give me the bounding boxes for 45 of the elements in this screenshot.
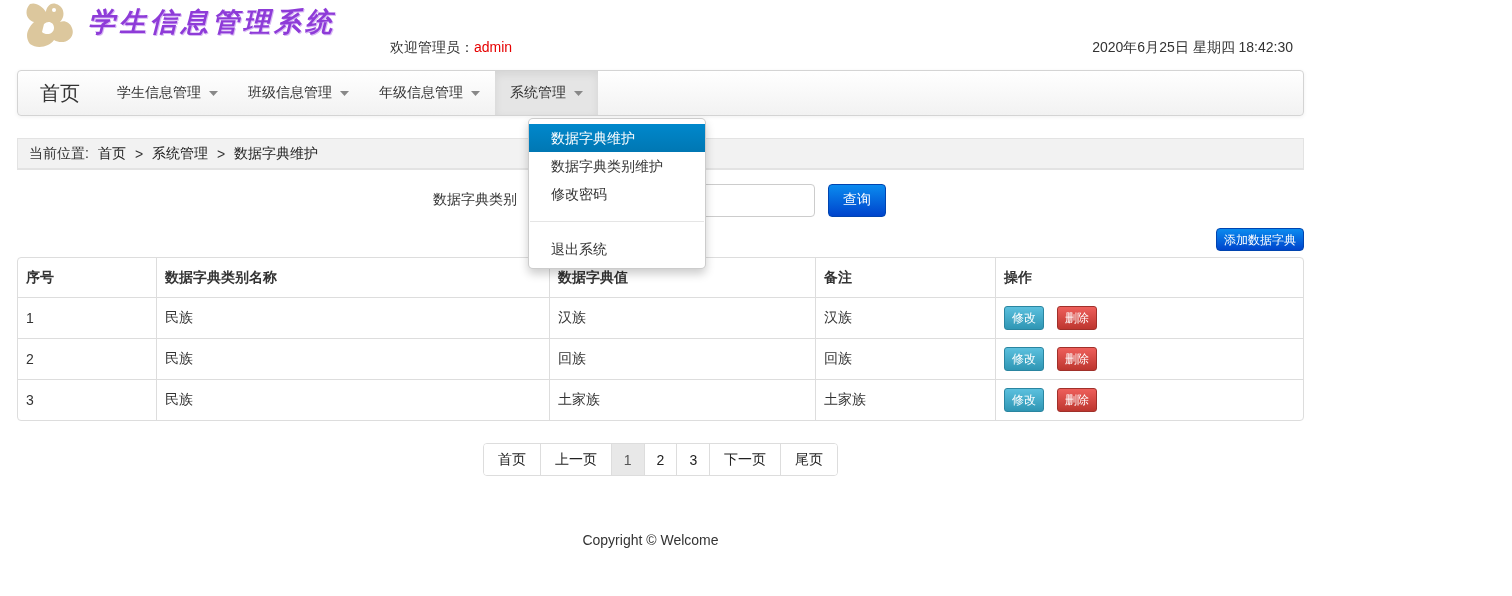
breadcrumb-link[interactable]: 系统管理: [152, 144, 209, 163]
table-cell: 土家族: [824, 391, 866, 407]
table-cell: 汉族: [824, 309, 852, 325]
page-link[interactable]: 尾页: [780, 444, 838, 475]
table-cell: 土家族: [558, 391, 600, 407]
column-header: 操作: [995, 258, 1303, 297]
table-cell: 民族: [165, 309, 193, 325]
column-header: 备注: [815, 258, 995, 297]
add-button[interactable]: 添加数据字典: [1216, 228, 1304, 251]
caret-icon: [471, 90, 480, 96]
table-cell: 1: [26, 310, 34, 326]
search-button[interactable]: 查询: [828, 183, 886, 217]
nav-menu-item[interactable]: 年级信息管理: [364, 71, 495, 115]
dropdown-item[interactable]: 数据字典维护: [529, 124, 705, 152]
system-title: 学生信息管理系统: [88, 5, 336, 39]
home-link[interactable]: 首页: [18, 71, 102, 115]
search-label: 数据字典类别: [433, 191, 518, 209]
delete-button[interactable]: 删除: [1057, 347, 1097, 371]
dropdown-item[interactable]: 数据字典类别维护: [529, 152, 705, 180]
table-cell: 3: [26, 392, 34, 408]
caret-icon: [340, 90, 349, 96]
nav-menu-item[interactable]: 班级信息管理: [233, 71, 364, 115]
welcome-text: 欢迎管理员：admin: [390, 39, 513, 57]
breadcrumb-link[interactable]: 数据字典维护: [234, 144, 319, 163]
breadcrumb-label: 当前位置:: [29, 144, 89, 163]
table-cell: 回族: [558, 350, 586, 366]
caret-icon: [209, 90, 218, 96]
dropdown-item[interactable]: 修改密码: [529, 180, 705, 208]
table-cell: 民族: [165, 350, 193, 366]
delete-button[interactable]: 删除: [1057, 306, 1097, 330]
table-cell: 汉族: [558, 309, 586, 325]
caret-icon: [574, 90, 583, 96]
nav-menu-item[interactable]: 系统管理: [495, 71, 598, 115]
table-cell: 2: [26, 351, 34, 367]
table-cell: 民族: [165, 391, 193, 407]
breadcrumb-separator: >: [134, 145, 144, 162]
date-time: 2020年6月25日 星期四 18:42:30: [1092, 39, 1293, 57]
table-cell: 回族: [824, 350, 852, 366]
copyright-text: Copyright © Welcome: [582, 532, 719, 548]
delete-button[interactable]: 删除: [1057, 388, 1097, 412]
column-header: 序号: [25, 267, 55, 287]
breadcrumb-link[interactable]: 首页: [97, 144, 126, 163]
nav-menu-item[interactable]: 学生信息管理: [102, 71, 233, 115]
breadcrumb-separator: >: [217, 145, 226, 162]
page-link[interactable]: 1: [610, 444, 644, 475]
